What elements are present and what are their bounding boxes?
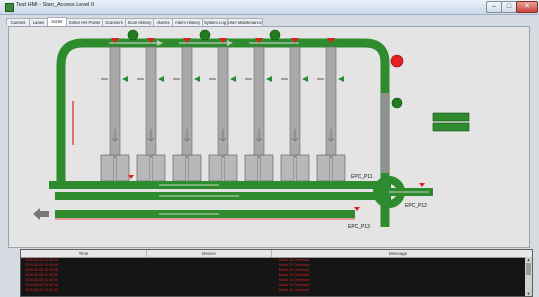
- column-header-device[interactable]: Device: [147, 250, 272, 257]
- collection-conveyor-1: [49, 181, 391, 189]
- tab-cartons[interactable]: Cartons: [6, 18, 30, 26]
- station-label-epc-p12: EPC_P12: [405, 203, 427, 209]
- epc-marker: [419, 183, 425, 187]
- alarm-grid-header: Time Device Message: [21, 250, 532, 258]
- column-header-message[interactable]: Message: [272, 250, 524, 257]
- tab-sorter[interactable]: Sorter: [47, 17, 67, 26]
- tab-alarm-history[interactable]: Alarm History: [172, 18, 203, 26]
- lane-gates: [100, 154, 346, 182]
- app-icon: [5, 3, 14, 12]
- window-title: Test HMI - Stan_Access Level 0: [16, 2, 94, 8]
- status-node[interactable]: [269, 29, 281, 41]
- lane-gate: [244, 154, 259, 182]
- tab-bar: Cartons Lanes Sorter Sorter HH Points Sc…: [6, 17, 538, 26]
- status-node[interactable]: [127, 29, 139, 41]
- tab-user-maintenance[interactable]: User Maintenance: [227, 18, 263, 26]
- right-scanner-bar: [381, 93, 389, 173]
- maximize-button[interactable]: □: [501, 1, 517, 13]
- alarm-grid: Time Device Message 2016-06-06 11:40:46 M…: [20, 249, 533, 297]
- tab-scanners[interactable]: Scanners: [102, 18, 126, 26]
- minimize-button[interactable]: –: [486, 1, 502, 13]
- sorter-svg: EPC_P11 EPC_P12 EPC_P13: [33, 29, 470, 230]
- lane-gate: [295, 154, 310, 182]
- tab-system-log[interactable]: System Log: [202, 18, 228, 26]
- scroll-down-icon[interactable]: ▼: [525, 291, 532, 296]
- column-header-time[interactable]: Time: [21, 250, 147, 257]
- lane-arrows: [111, 129, 335, 142]
- close-button[interactable]: ✕: [516, 1, 538, 13]
- title-bar: Test HMI - Stan_Access Level 0 – □ ✕: [0, 0, 539, 15]
- row-time: 2016-06-06 11:40:46: [25, 288, 59, 292]
- lane-gate: [259, 154, 274, 182]
- lane-gate: [316, 154, 331, 182]
- lane-gate: [115, 154, 130, 182]
- tab-sorter-hh-points[interactable]: Sorter HH Points: [66, 18, 103, 26]
- table-row[interactable]: 2016-06-06 11:40:46 Motor 12 Overload: [21, 288, 524, 293]
- station-label-epc-p11: EPC_P11: [351, 174, 373, 180]
- tab-alarms[interactable]: Alarms: [153, 18, 173, 26]
- lane-gate: [136, 154, 151, 182]
- control-button-2[interactable]: [432, 122, 470, 132]
- lane-gate: [187, 154, 202, 182]
- fault-indicator[interactable]: [390, 54, 404, 68]
- outbound-arrow: [33, 208, 49, 220]
- status-node[interactable]: [391, 97, 403, 109]
- scrollbar-thumb[interactable]: [526, 263, 531, 275]
- scroll-up-icon[interactable]: ▲: [525, 257, 532, 262]
- lane-gate: [208, 154, 223, 182]
- row-message: Motor 12 Overload: [279, 288, 309, 292]
- control-button-1[interactable]: [432, 112, 470, 122]
- alarm-grid-scrollbar[interactable]: ▲ ▼: [525, 257, 532, 296]
- lane-gate: [331, 154, 346, 182]
- lane-gate: [151, 154, 166, 182]
- status-node[interactable]: [199, 29, 211, 41]
- station-label-epc-p13: EPC_P13: [348, 224, 370, 230]
- sorter-diagram: EPC_P11 EPC_P12 EPC_P13: [8, 26, 530, 248]
- lane-gate: [280, 154, 295, 182]
- lane-gate: [100, 154, 115, 182]
- lane-gate: [172, 154, 187, 182]
- tab-scan-history[interactable]: Scan History: [125, 18, 154, 26]
- lane-gate: [223, 154, 238, 182]
- tab-lanes[interactable]: Lanes: [29, 18, 48, 26]
